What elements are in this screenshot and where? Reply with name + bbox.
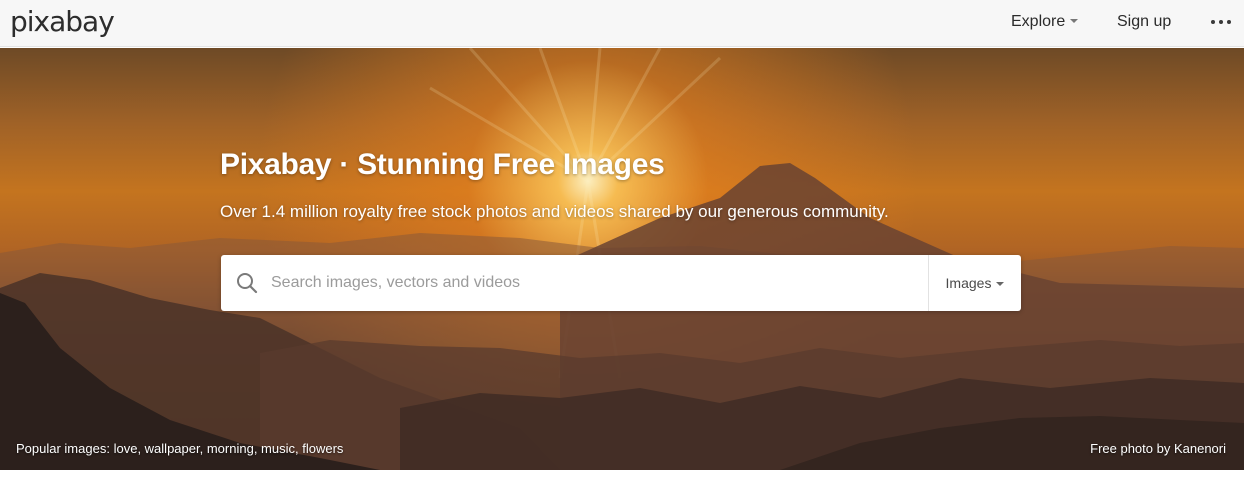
hero-title: Pixabay · Stunning Free Images [220, 148, 665, 181]
caret-down-icon [1070, 19, 1079, 23]
caret-down-icon [996, 282, 1005, 286]
search-bar: Images [221, 255, 1021, 311]
hero-subtitle: Over 1.4 million royalty free stock phot… [220, 202, 889, 221]
popular-images-prefix: Popular images: [16, 441, 110, 456]
popular-tag-link[interactable]: love [114, 441, 138, 456]
popular-images-caption: Popular images: love, wallpaper, morning… [16, 441, 344, 456]
hero-banner: Pixabay · Stunning Free Images Over 1.4 … [0, 48, 1244, 470]
media-type-label: Images [945, 275, 992, 291]
top-navigation-bar: pixabay Explore Sign up [0, 0, 1244, 47]
popular-tag-link[interactable]: wallpaper [145, 441, 200, 456]
explore-label: Explore [1011, 13, 1066, 30]
popular-tag-link[interactable]: flowers [302, 441, 343, 456]
pixabay-logo[interactable]: pixabay [10, 4, 115, 40]
explore-menu-button[interactable]: Explore [1011, 13, 1079, 31]
more-dots-icon[interactable] [1211, 15, 1231, 29]
search-input[interactable] [271, 255, 926, 311]
popular-tag-link[interactable]: morning [207, 441, 254, 456]
search-icon[interactable] [235, 271, 259, 295]
photo-credit-link[interactable]: Free photo by Kanenori [1090, 441, 1226, 456]
sign-up-link[interactable]: Sign up [1117, 13, 1171, 31]
popular-tag-link[interactable]: music [261, 441, 295, 456]
media-type-dropdown[interactable]: Images [929, 255, 1021, 311]
